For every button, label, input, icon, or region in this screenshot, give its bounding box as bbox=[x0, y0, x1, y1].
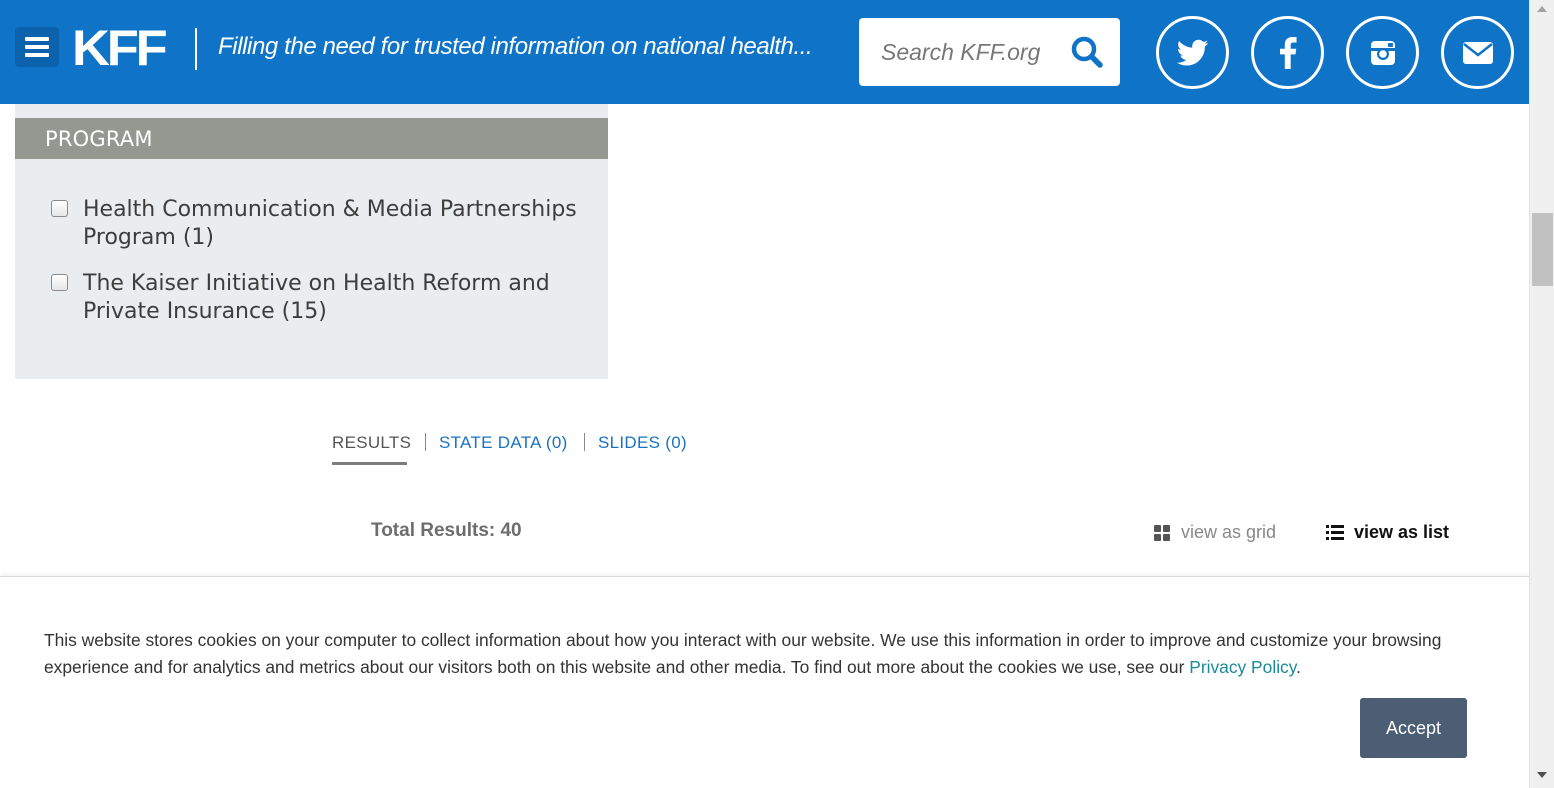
grid-icon bbox=[1154, 524, 1170, 541]
tab-results[interactable]: RESULTS bbox=[332, 433, 411, 453]
menu-button[interactable] bbox=[15, 27, 59, 67]
instagram-button[interactable] bbox=[1346, 16, 1419, 89]
view-as-list-button[interactable]: view as list bbox=[1326, 522, 1449, 543]
filter-title: PROGRAM bbox=[45, 127, 153, 151]
facebook-icon bbox=[1279, 36, 1297, 69]
cookie-text-end: . bbox=[1296, 657, 1302, 677]
facebook-button[interactable] bbox=[1251, 16, 1324, 89]
filter-option-label[interactable]: The Kaiser Initiative on Health Reform a… bbox=[83, 270, 583, 326]
header-tagline: Filling the need for trusted information… bbox=[218, 33, 813, 60]
filter-option[interactable]: Health Communication & Media Partnership… bbox=[51, 196, 577, 252]
site-header: KFF Filling the need for trusted informa… bbox=[0, 0, 1529, 104]
scroll-down-arrow[interactable] bbox=[1537, 772, 1547, 778]
cookie-banner: This website stores cookies on your comp… bbox=[0, 576, 1529, 788]
twitter-icon bbox=[1176, 39, 1208, 66]
tab-separator bbox=[584, 433, 585, 451]
accept-button[interactable]: Accept bbox=[1360, 698, 1467, 758]
search-icon[interactable] bbox=[1070, 35, 1104, 69]
view-as-grid-label[interactable]: view as grid bbox=[1181, 522, 1276, 543]
filter-option[interactable]: The Kaiser Initiative on Health Reform a… bbox=[51, 270, 571, 326]
filter-checkbox[interactable] bbox=[51, 200, 68, 217]
active-tab-underline bbox=[332, 462, 407, 465]
tab-slides[interactable]: SLIDES (0) bbox=[598, 433, 687, 453]
email-icon bbox=[1462, 41, 1493, 64]
header-divider bbox=[195, 28, 197, 70]
scroll-up-arrow[interactable] bbox=[1537, 6, 1547, 12]
total-results: Total Results: 40 bbox=[371, 520, 522, 541]
filter-option-label[interactable]: Health Communication & Media Partnership… bbox=[83, 196, 583, 252]
tab-state-data[interactable]: STATE DATA (0) bbox=[439, 433, 568, 453]
scroll-thumb[interactable] bbox=[1532, 213, 1553, 286]
privacy-policy-link[interactable]: Privacy Policy bbox=[1189, 657, 1296, 677]
page-scrollbar[interactable] bbox=[1529, 0, 1554, 788]
tab-separator bbox=[425, 433, 426, 451]
instagram-icon bbox=[1370, 40, 1395, 65]
menu-icon-bar bbox=[25, 37, 49, 41]
filter-header: PROGRAM bbox=[15, 118, 608, 159]
view-as-list-label[interactable]: view as list bbox=[1354, 522, 1449, 543]
menu-icon-bar bbox=[25, 53, 49, 57]
cookie-message: This website stores cookies on your comp… bbox=[44, 627, 1464, 681]
filter-checkbox[interactable] bbox=[51, 274, 68, 291]
search-input[interactable] bbox=[859, 18, 1059, 86]
email-button[interactable] bbox=[1441, 16, 1514, 89]
kff-logo[interactable]: KFF bbox=[72, 23, 168, 73]
program-filter-panel: PROGRAM Health Communication & Media Par… bbox=[15, 104, 608, 379]
list-icon bbox=[1326, 525, 1344, 540]
twitter-button[interactable] bbox=[1156, 16, 1229, 89]
menu-icon-bar bbox=[25, 45, 49, 49]
view-as-grid-button[interactable]: view as grid bbox=[1154, 522, 1276, 543]
